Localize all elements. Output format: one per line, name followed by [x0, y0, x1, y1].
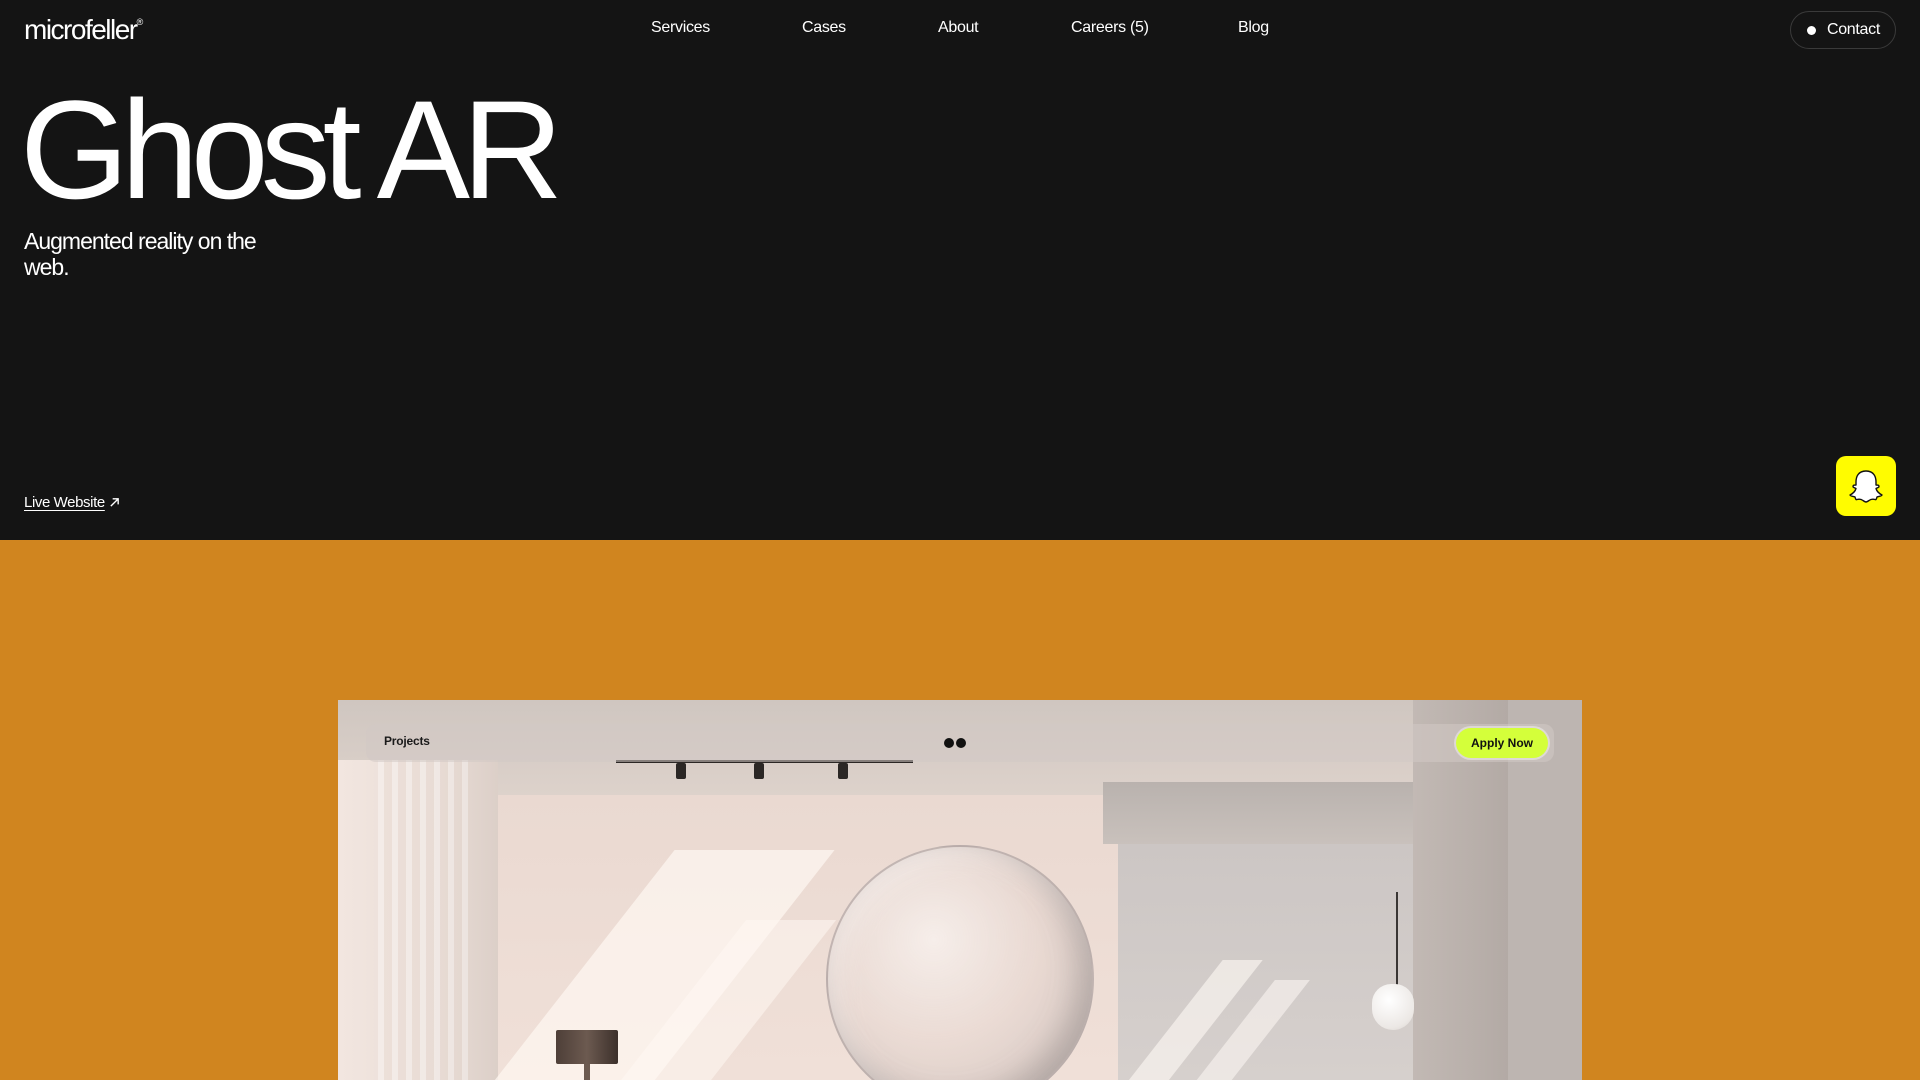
status-dot-icon — [1806, 26, 1816, 35]
pendant-lamp — [1372, 984, 1414, 1030]
nav-careers[interactable]: Careers (5) — [1071, 19, 1149, 37]
live-website-label: Live Website — [24, 494, 105, 511]
nav-services[interactable]: Services — [651, 19, 710, 37]
table-lamp — [556, 1030, 618, 1064]
spotlight — [838, 763, 848, 779]
apply-now-button[interactable]: Apply Now — [1456, 728, 1548, 758]
mockup-projects-link[interactable]: Projects — [384, 734, 430, 748]
main-nav: Services Cases About Careers (5) Blog — [0, 19, 1920, 43]
mockup-nav-bar: Projects Apply Now — [366, 724, 1554, 762]
contact-label: Contact — [1826, 21, 1880, 38]
nav-blog[interactable]: Blog — [1238, 19, 1269, 37]
spotlight — [676, 763, 686, 779]
hero-section: microfeller® Services Cases About Career… — [0, 0, 1920, 540]
page-title: Ghost AR — [20, 71, 563, 228]
contact-button[interactable]: Contact — [1789, 11, 1896, 49]
nav-cases[interactable]: Cases — [802, 19, 846, 37]
curtain — [378, 760, 468, 1080]
nav-about[interactable]: About — [938, 19, 979, 37]
arrow-up-right-icon — [110, 498, 119, 507]
snapchat-ghost-icon — [1836, 456, 1896, 516]
spotlight — [754, 763, 764, 779]
live-website-link[interactable]: Live Website — [24, 494, 120, 511]
mockup-logo-icon — [944, 738, 968, 748]
page-subtitle: Augmented reality on the web. — [24, 228, 257, 280]
website-mockup-image: Projects Apply Now — [338, 700, 1582, 1080]
